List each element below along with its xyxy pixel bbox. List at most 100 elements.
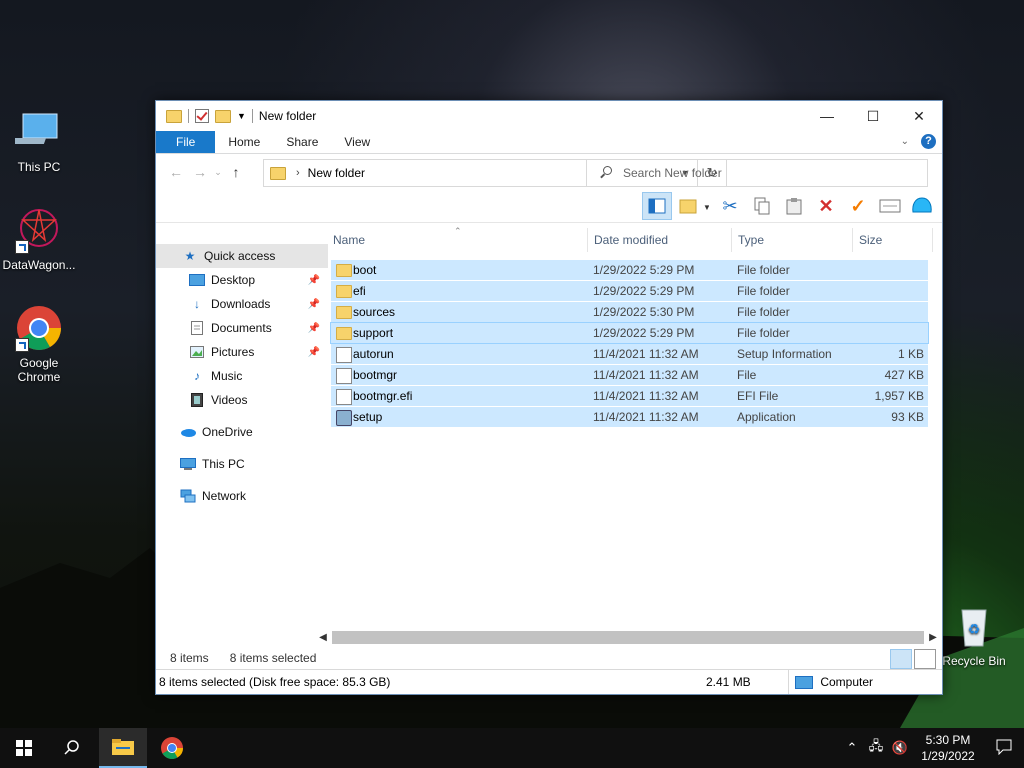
clock[interactable]: 5:30 PM 1/29/2022 xyxy=(912,732,984,764)
search-button[interactable] xyxy=(48,728,96,768)
paste-icon[interactable] xyxy=(780,193,808,219)
file-name: efi xyxy=(353,284,366,298)
close-button[interactable]: ✕ xyxy=(896,101,942,131)
table-row[interactable]: autorun 11/4/2021 11:32 AM Setup Informati… xyxy=(331,344,928,364)
folder-icon xyxy=(166,109,182,123)
chevron-right-icon[interactable]: › xyxy=(296,167,300,179)
network-icon xyxy=(180,489,196,503)
file-size: 1 KB xyxy=(897,347,924,361)
maximize-button[interactable]: ☐ xyxy=(850,101,896,131)
file-size: 93 KB xyxy=(891,410,924,424)
file-type: EFI File xyxy=(737,389,779,403)
nav-item-onedrive[interactable]: OneDrive xyxy=(156,420,328,444)
properties-toolbar-icon[interactable] xyxy=(876,193,904,219)
file-icon xyxy=(336,368,352,384)
properties-icon[interactable] xyxy=(195,109,209,123)
desktop-icon-google-chrome[interactable]: Google Chrome xyxy=(1,304,77,384)
search-box[interactable]: Search New folder xyxy=(586,159,928,187)
file-date: 11/4/2021 11:32 AM xyxy=(593,389,699,403)
tab-home[interactable]: Home xyxy=(215,131,273,153)
nav-item-videos[interactable]: Videos xyxy=(156,388,328,412)
desktop-icon-recycle-bin[interactable]: ♻ Recycle Bin xyxy=(936,602,1012,668)
nav-item-pictures[interactable]: Pictures 📌 xyxy=(156,340,328,364)
large-icons-view-icon[interactable] xyxy=(914,649,936,669)
navigation-bar: ← → ⌄ ↑ › New folder ▾ ↻ Search New fold… xyxy=(156,154,942,190)
table-row[interactable]: setup 11/4/2021 11:32 AM Application 93 KB xyxy=(331,407,928,427)
desktop-icon-datawagon[interactable]: DataWagon... xyxy=(1,206,77,272)
network-tray-icon[interactable]: 🖧 xyxy=(864,737,888,759)
sort-up-icon: ⌃ xyxy=(454,226,462,236)
new-folder-menu-icon[interactable]: ▼ xyxy=(676,193,712,219)
copy-icon[interactable] xyxy=(748,193,776,219)
cut-icon[interactable]: ✂ xyxy=(716,193,744,219)
table-row[interactable]: sources 1/29/2022 5:30 PM File folder xyxy=(331,302,928,322)
help-icon[interactable]: ? xyxy=(921,134,936,149)
table-row[interactable]: boot 1/29/2022 5:29 PM File folder xyxy=(331,260,928,280)
document-icon xyxy=(189,321,205,335)
volume-muted-icon[interactable]: 🔇 xyxy=(888,740,912,756)
pin-icon[interactable]: 📌 xyxy=(308,299,320,310)
scrollbar-thumb[interactable] xyxy=(332,631,924,644)
rename-check-icon[interactable]: ✓ xyxy=(844,193,872,219)
navigation-pane: ★ Quick access Desktop 📌 ↓ Downloads 📌 D… xyxy=(156,228,328,614)
tab-share[interactable]: Share xyxy=(273,131,331,153)
address-path[interactable]: New folder xyxy=(308,166,365,180)
folder-icon xyxy=(336,285,352,298)
column-header-row: ⌃ Name Date modified Type Size xyxy=(328,226,942,254)
column-name[interactable]: Name xyxy=(328,233,365,247)
taskbar-file-explorer[interactable] xyxy=(99,728,147,768)
search-input[interactable]: Search New folder xyxy=(623,166,722,180)
scroll-left-icon[interactable]: ◀ xyxy=(316,629,330,646)
file-icon xyxy=(336,347,352,363)
ribbon-tabs: File Home Share View ⌄ ? xyxy=(156,131,942,154)
application-icon xyxy=(336,410,352,426)
selected-count: 8 items selected xyxy=(229,651,317,665)
column-type[interactable]: Type xyxy=(733,233,764,247)
horizontal-scrollbar[interactable]: ◀ ▶ xyxy=(316,629,940,646)
title-bar: ▼ New folder — ☐ ✕ xyxy=(156,101,942,131)
column-size[interactable]: Size xyxy=(854,233,882,247)
chevron-up-icon[interactable]: ⌃ xyxy=(840,740,864,756)
tab-file[interactable]: File xyxy=(156,131,216,153)
start-button[interactable] xyxy=(0,728,48,768)
column-date-modified[interactable]: Date modified xyxy=(589,233,668,247)
taskbar-chrome[interactable] xyxy=(148,728,196,768)
pin-icon[interactable]: 📌 xyxy=(308,323,320,334)
file-name: bootmgr.efi xyxy=(353,389,413,403)
item-count: 8 items xyxy=(170,651,209,665)
table-row[interactable]: efi 1/29/2022 5:29 PM File folder xyxy=(331,281,928,301)
nav-item-music[interactable]: ♪ Music xyxy=(156,364,328,388)
selection-size: 2.41 MB xyxy=(706,675,751,689)
forward-arrow-icon[interactable]: → xyxy=(188,164,212,180)
nav-item-documents[interactable]: Documents 📌 xyxy=(156,316,328,340)
file-date: 1/29/2022 5:29 PM xyxy=(593,263,695,277)
pin-icon[interactable]: 📌 xyxy=(308,347,320,358)
back-arrow-icon[interactable]: ← xyxy=(164,164,188,180)
delete-icon[interactable]: ✕ xyxy=(812,193,840,219)
nav-item-downloads[interactable]: ↓ Downloads 📌 xyxy=(156,292,328,316)
notification-icon[interactable] xyxy=(984,739,1024,758)
qat-dropdown-icon[interactable]: ▼ xyxy=(237,111,246,121)
table-row[interactable]: bootmgr 11/4/2021 11:32 AM File 427 KB xyxy=(331,365,928,385)
table-row[interactable]: bootmgr.efi 11/4/2021 11:32 AM EFI File 1,9… xyxy=(331,386,928,406)
download-icon: ↓ xyxy=(194,297,200,311)
desktop-icon-this-pc[interactable]: This PC xyxy=(1,108,77,174)
recent-dropdown-icon[interactable]: ⌄ xyxy=(212,167,224,178)
nav-item-quick-access[interactable]: ★ Quick access xyxy=(156,244,328,268)
file-list: ⌃ Name Date modified Type Size boot 1/29/… xyxy=(328,226,942,614)
minimize-button[interactable]: — xyxy=(804,101,850,131)
tab-view[interactable]: View xyxy=(331,131,383,153)
new-folder-icon[interactable] xyxy=(215,109,231,123)
nav-item-network[interactable]: Network xyxy=(156,484,328,508)
up-arrow-icon[interactable]: ↑ xyxy=(224,164,248,180)
pin-icon[interactable]: 📌 xyxy=(308,275,320,286)
nav-item-desktop[interactable]: Desktop 📌 xyxy=(156,268,328,292)
shell-icon[interactable] xyxy=(908,193,936,219)
table-row[interactable]: support 1/29/2022 5:29 PM File folder xyxy=(330,322,929,344)
preview-pane-icon[interactable] xyxy=(642,192,672,220)
shortcut-arrow-icon xyxy=(15,338,29,352)
nav-item-this-pc[interactable]: This PC xyxy=(156,452,328,476)
expand-ribbon-icon[interactable]: ⌄ xyxy=(901,136,909,147)
details-view-icon[interactable] xyxy=(890,649,912,669)
scroll-right-icon[interactable]: ▶ xyxy=(926,629,940,646)
